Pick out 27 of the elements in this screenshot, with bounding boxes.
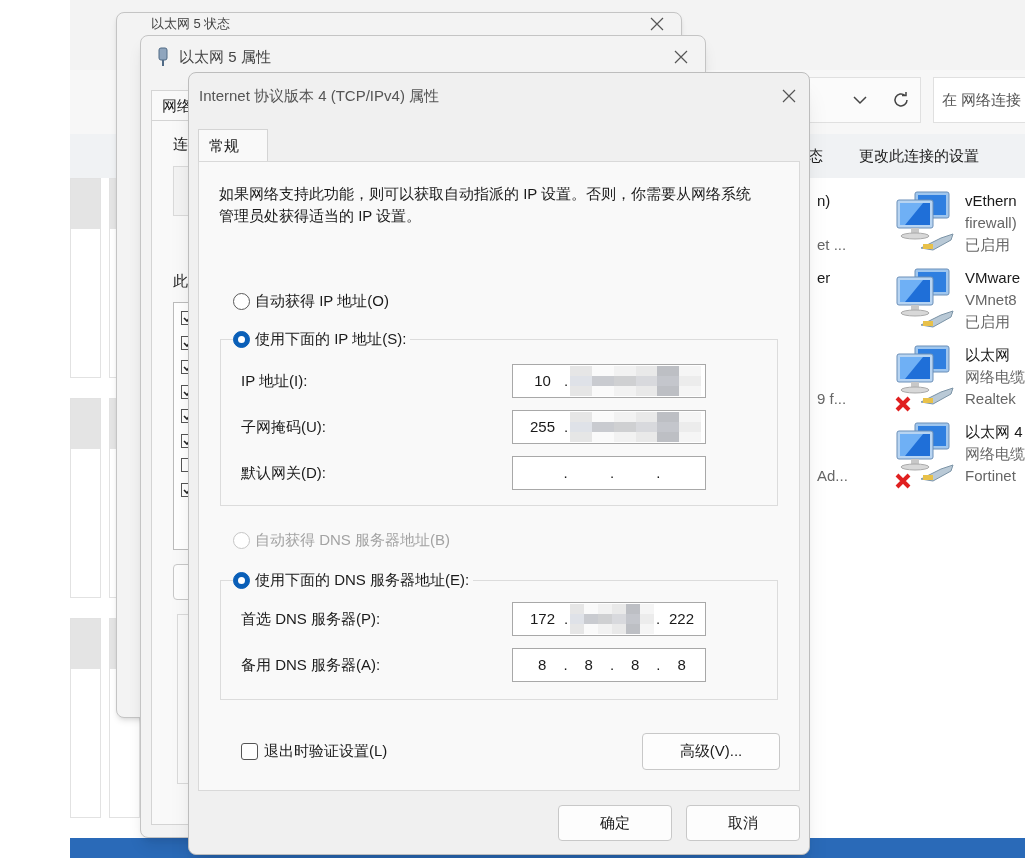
- field-label: 子网掩码(U):: [241, 416, 327, 437]
- connection-detail: 已启用: [965, 235, 1011, 255]
- field-label: 备用 DNS 服务器(A):: [241, 654, 382, 675]
- connection-detail: 已启用: [965, 312, 1011, 332]
- connection-detail: VMnet8: [965, 290, 1018, 310]
- connection-detail: 网络电缆: [965, 367, 1025, 387]
- connection-text: 9 f...: [817, 389, 848, 409]
- connection-detail: 网络电缆: [965, 444, 1025, 464]
- connection-detail: Fortinet: [965, 466, 1017, 486]
- connection-text: er: [817, 268, 832, 288]
- description-text: 如果网络支持此功能，则可以获取自动指派的 IP 设置。否则，你需要从网络系统管理员处获得适当的 IP 设置。: [218, 184, 753, 226]
- section-label: 连: [173, 134, 188, 154]
- connection-name: vEthern: [965, 191, 1017, 211]
- section-label: 此: [173, 270, 188, 291]
- connection-name: VMware: [965, 268, 1020, 288]
- connection-name: 以太网 4: [965, 422, 1024, 442]
- window-title: 以太网 5 状态: [151, 16, 232, 32]
- window-title: 以太网 5 属性: [179, 46, 272, 67]
- field-label: 首选 DNS 服务器(P):: [241, 608, 382, 629]
- field-label: 默认网关(D):: [241, 462, 327, 483]
- connection-detail: firewall): [965, 213, 1017, 233]
- connection-detail: Realtek: [965, 389, 1017, 409]
- connection-name: 以太网: [965, 345, 1011, 365]
- connection-text: n): [817, 191, 832, 211]
- field-label: IP 地址(I):: [241, 370, 309, 391]
- connection-text: Ad...: [817, 466, 849, 486]
- connection-text: et ...: [817, 235, 848, 255]
